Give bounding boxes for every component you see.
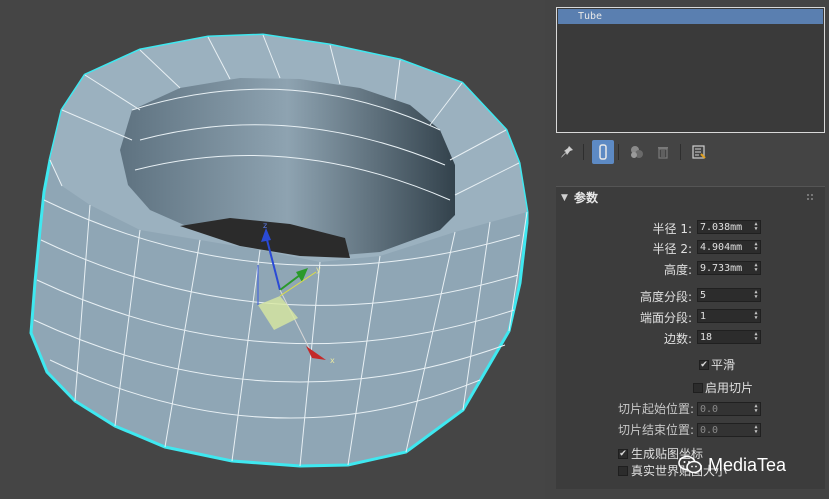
svg-text:y: y xyxy=(316,265,321,274)
modifier-stack-toolbar xyxy=(556,140,825,164)
sides-label: 边数: xyxy=(663,332,692,346)
radius2-spinner[interactable]: 4.904mm ▲ ▼ xyxy=(697,240,761,254)
slice-from-label: 切片起始位置: xyxy=(618,402,695,416)
toolbar-separator xyxy=(583,144,584,160)
radius2-value: 4.904mm xyxy=(700,242,743,253)
toolbar-separator xyxy=(680,144,681,160)
spinner-arrows-icon[interactable]: ▲ ▼ xyxy=(753,263,759,273)
spinner-arrows-icon[interactable]: ▲ ▼ xyxy=(753,242,759,252)
cap-segments-spinner[interactable]: 1 ▲ ▼ xyxy=(697,309,761,323)
watermark: MediaTea xyxy=(678,452,786,478)
pin-stack-icon[interactable] xyxy=(556,140,578,164)
svg-text:z: z xyxy=(263,221,267,230)
slice-on-label: 启用切片 xyxy=(705,381,754,395)
spinner-arrows-icon[interactable]: ▲ ▼ xyxy=(753,425,759,435)
sides-spinner[interactable]: 18 ▲ ▼ xyxy=(697,330,761,344)
toolbar-separator xyxy=(618,144,619,160)
cap-segments-value: 1 xyxy=(700,311,707,322)
wechat-icon xyxy=(678,455,702,474)
remove-modifier-icon[interactable] xyxy=(652,140,674,164)
sides-value: 18 xyxy=(700,332,713,343)
show-end-result-icon[interactable] xyxy=(592,140,614,164)
spinner-arrows-icon[interactable]: ▲ ▼ xyxy=(753,404,759,414)
radius2-label: 半径 2: xyxy=(652,242,693,256)
rollout-grip-icon[interactable] xyxy=(807,194,815,202)
slice-from-spinner[interactable]: 0.0 ▲ ▼ xyxy=(697,402,761,416)
collapse-arrow-icon[interactable]: ▼ xyxy=(561,187,568,209)
real-world-map-checkbox[interactable] xyxy=(618,466,628,476)
spinner-arrows-icon[interactable]: ▲ ▼ xyxy=(753,222,759,232)
perspective-viewport[interactable]: z y x xyxy=(0,0,545,499)
height-segments-value: 5 xyxy=(700,290,707,301)
smooth-label: 平滑 xyxy=(711,358,736,372)
slice-from-value: 0.0 xyxy=(700,404,719,415)
modifier-stack-list[interactable]: Tube xyxy=(556,7,825,133)
parameters-rollout: ▼ 参数 半径 1: 7.038mm ▲ ▼ 半径 2: 4.904mm ▲ ▼ 高度:… xyxy=(556,186,825,489)
radius1-label: 半径 1: xyxy=(652,222,693,236)
make-unique-icon[interactable] xyxy=(626,140,648,164)
height-segments-spinner[interactable]: 5 ▲ ▼ xyxy=(697,288,761,302)
modifier-stack-item-tube[interactable]: Tube xyxy=(558,9,823,24)
panel-resize-handle[interactable] xyxy=(683,178,697,193)
spinner-arrows-icon[interactable]: ▲ ▼ xyxy=(753,290,759,300)
radius1-value: 7.038mm xyxy=(700,222,743,233)
height-spinner[interactable]: 9.733mm ▲ ▼ xyxy=(697,261,761,275)
svg-text:x: x xyxy=(330,356,335,365)
height-label: 高度: xyxy=(663,263,692,277)
height-value: 9.733mm xyxy=(700,263,743,274)
tube-mesh[interactable]: z y x xyxy=(0,0,545,499)
rollout-title: 参数 xyxy=(574,191,599,205)
spinner-arrows-icon[interactable]: ▲ ▼ xyxy=(753,311,759,321)
slice-to-value: 0.0 xyxy=(700,425,719,436)
smooth-checkbox[interactable]: ✔ xyxy=(699,360,709,370)
slice-to-label: 切片结束位置: xyxy=(618,423,695,437)
watermark-text: MediaTea xyxy=(708,454,787,475)
configure-modifier-sets-icon[interactable] xyxy=(688,140,710,164)
height-segments-label: 高度分段: xyxy=(639,290,692,304)
cap-segments-label: 端面分段: xyxy=(639,311,692,325)
rollout-header[interactable]: ▼ 参数 xyxy=(556,187,825,209)
slice-on-checkbox[interactable] xyxy=(693,383,703,393)
gen-map-coords-checkbox[interactable]: ✔ xyxy=(618,449,628,459)
slice-to-spinner[interactable]: 0.0 ▲ ▼ xyxy=(697,423,761,437)
radius1-spinner[interactable]: 7.038mm ▲ ▼ xyxy=(697,220,761,234)
spinner-arrows-icon[interactable]: ▲ ▼ xyxy=(753,332,759,342)
